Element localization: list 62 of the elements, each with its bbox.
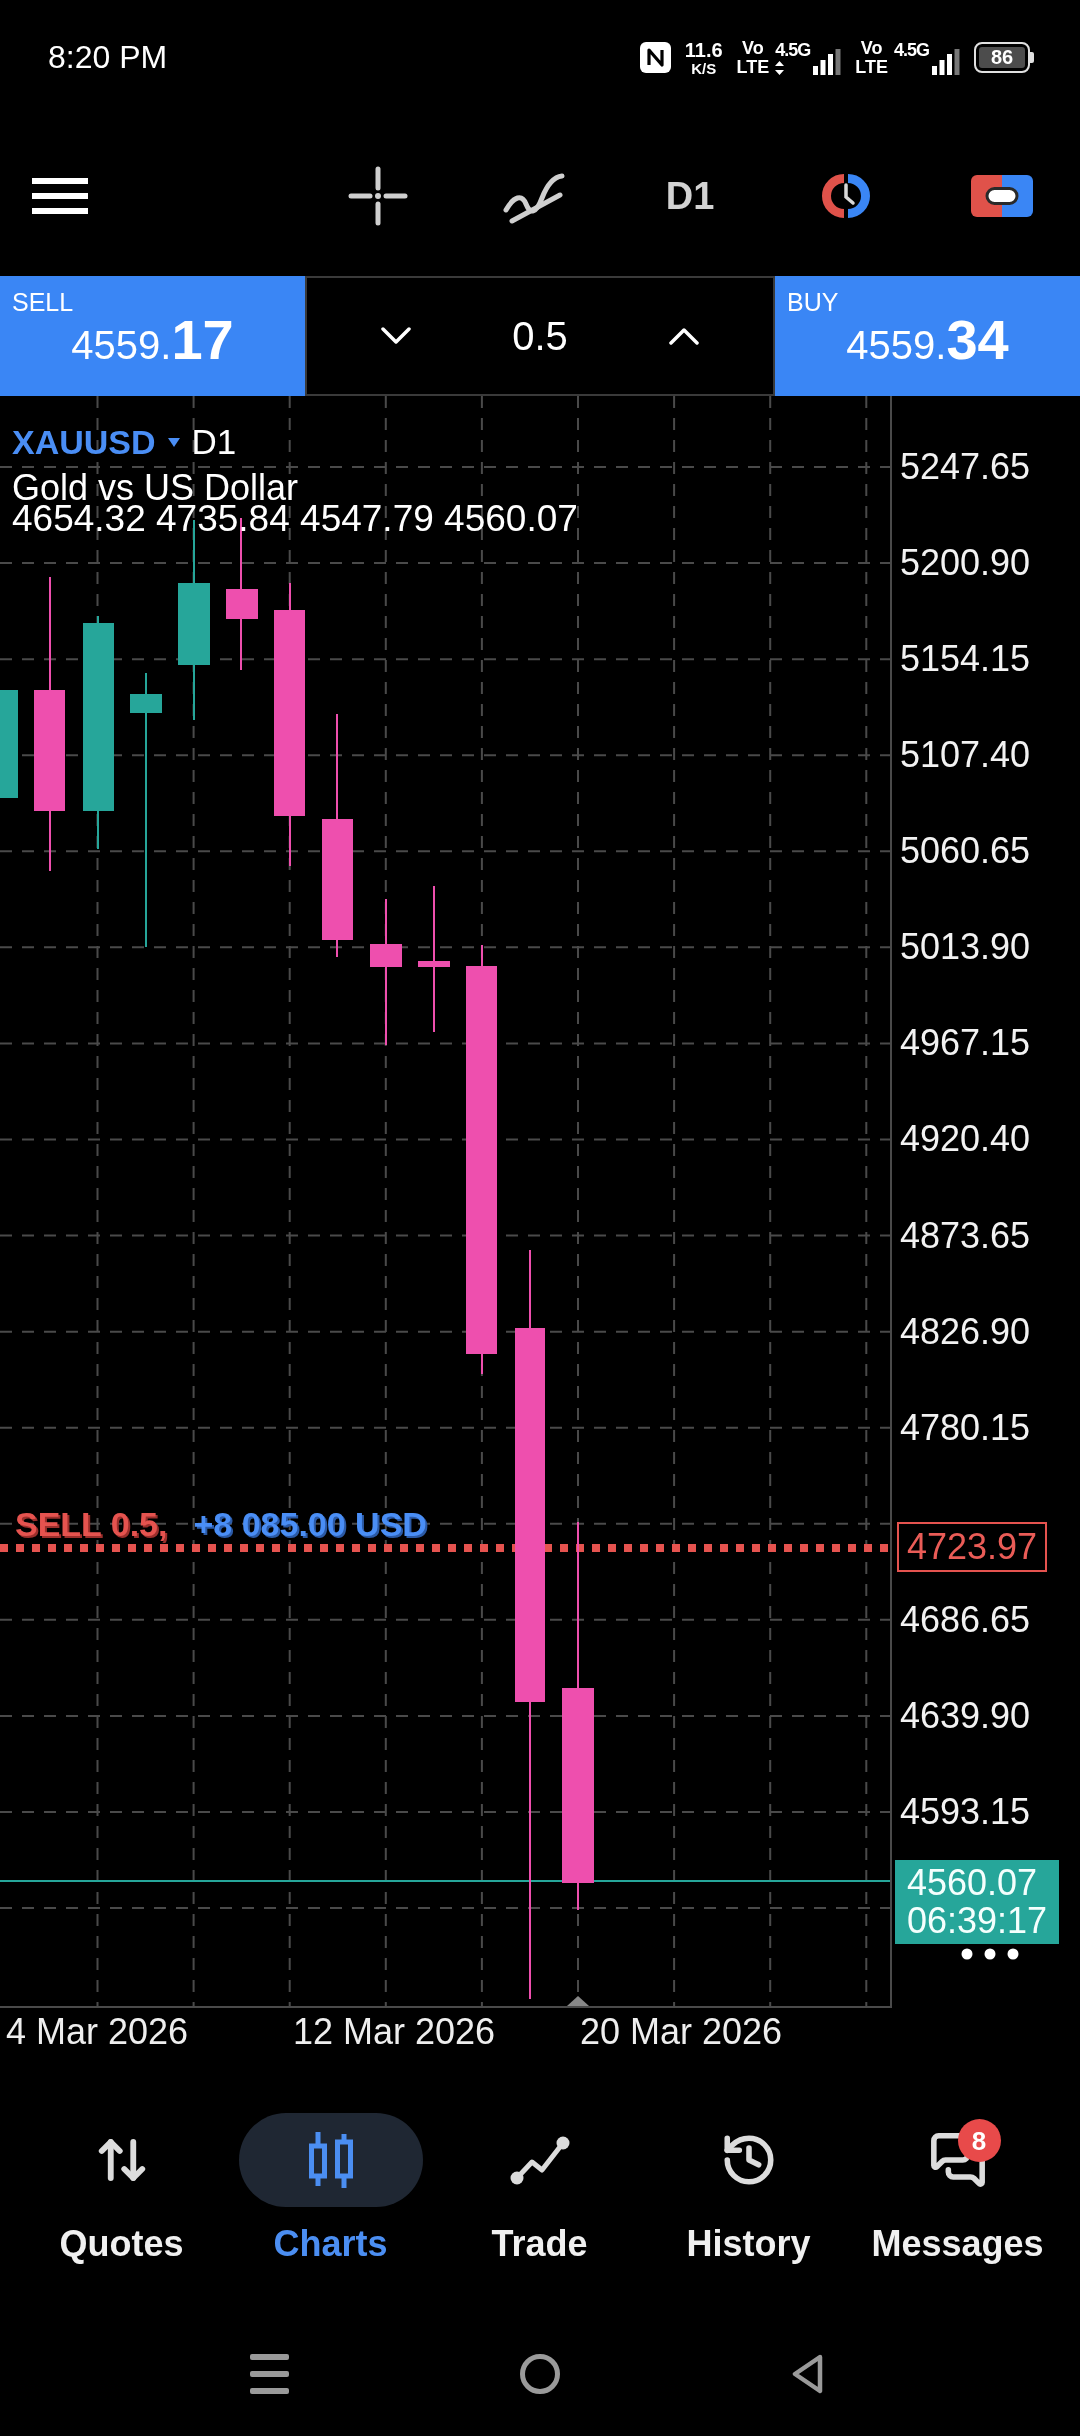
price-label: 4639.90	[900, 1697, 1031, 1734]
last-price-value: 4560.07	[907, 1864, 1039, 1902]
chart-timeframe: D1	[191, 422, 237, 462]
price-label: 4873.65	[900, 1217, 1031, 1254]
menu-icon[interactable]	[32, 177, 88, 214]
lte-label: LTE	[736, 58, 770, 76]
signal-icon	[813, 48, 842, 75]
chevron-down-icon[interactable]	[381, 327, 411, 345]
price-label: 5013.90	[900, 929, 1031, 966]
price-label: 4920.40	[900, 1121, 1031, 1158]
price-label: 4967.15	[900, 1025, 1031, 1062]
more-icon[interactable]	[961, 1948, 1019, 1960]
network-type-label: 4.5G	[775, 40, 811, 59]
home-icon[interactable]	[520, 2354, 560, 2394]
network-type-label: 4.5G	[893, 40, 929, 59]
price-label: 5060.65	[900, 833, 1031, 870]
order-price-tag: 4723.97	[897, 1521, 1048, 1572]
symbol-link[interactable]: XAUUSD	[12, 422, 156, 462]
nav-tab[interactable]: Charts	[238, 2113, 423, 2265]
order-side-label: SELL 0.5,	[15, 1504, 168, 1544]
price-label: 5154.15	[900, 641, 1031, 678]
signal-icon	[932, 48, 960, 75]
notification-badge: 8	[957, 2119, 1001, 2162]
price-label: 4686.65	[900, 1601, 1031, 1638]
lte-label: LTE	[855, 58, 888, 76]
buy-button[interactable]: BUY 4559.34	[775, 276, 1080, 396]
status-time: 8:20 PM	[48, 39, 168, 76]
nav-tab[interactable]: Trade	[447, 2113, 632, 2265]
recent-apps-icon[interactable]	[250, 2354, 289, 2394]
date-label: 4 Mar 2026	[6, 2011, 190, 2053]
date-label: 20 Mar 2026	[580, 2011, 784, 2053]
chevron-up-icon[interactable]	[669, 327, 699, 345]
line-chart-icon	[509, 2135, 570, 2185]
network-speed-unit: K/S	[691, 60, 717, 76]
price-label: 4826.90	[900, 1313, 1031, 1350]
price-label: 4593.15	[900, 1793, 1031, 1830]
back-icon[interactable]	[791, 2354, 823, 2394]
price-label: 5107.40	[900, 737, 1031, 774]
date-label: 12 Mar 2026	[293, 2011, 497, 2053]
price-label: 5200.90	[900, 545, 1031, 582]
data-arrows-icon	[775, 60, 785, 75]
dropdown-triangle-icon[interactable]	[167, 437, 180, 447]
ohlc-values: 4654.32 4735.84 4547.79 4560.07	[12, 503, 578, 534]
crosshair-icon[interactable]	[348, 165, 408, 226]
network-speed-value: 11.6	[684, 39, 723, 60]
nav-tab[interactable]: History	[656, 2113, 841, 2265]
countdown-timer: 06:39:17	[907, 1902, 1048, 1940]
volume-field[interactable]: 0.5	[512, 316, 568, 356]
volte-label: Vo	[860, 39, 883, 57]
toggle-icon[interactable]	[971, 174, 1033, 217]
triangle-marker-icon	[567, 1996, 589, 2006]
sell-button[interactable]: SELL 4559.17	[0, 276, 305, 396]
price-label: 4780.15	[900, 1409, 1031, 1446]
battery-indicator: 86	[974, 42, 1034, 73]
nfc-icon	[639, 42, 671, 73]
nav-tab[interactable]: 8 Messages	[865, 2113, 1050, 2265]
timeframe-button[interactable]: D1	[665, 176, 715, 215]
nav-tab[interactable]: Quotes	[29, 2113, 214, 2265]
volte-label: Vo	[742, 39, 764, 57]
price-label: 5247.65	[900, 449, 1031, 486]
order-profit-label: +8 085.00 USD	[193, 1504, 427, 1544]
symbol-description: Gold vs US Dollar	[12, 472, 300, 503]
